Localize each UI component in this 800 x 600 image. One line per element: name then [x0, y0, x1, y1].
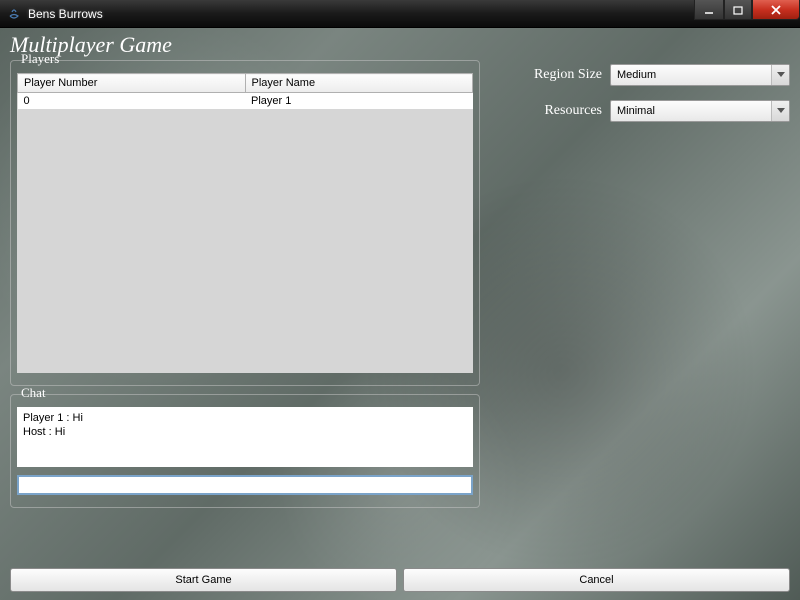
cell-player-number: 0 — [18, 93, 246, 110]
minimize-icon — [704, 5, 714, 15]
java-icon — [6, 6, 22, 22]
region-size-value: Medium — [617, 69, 656, 81]
region-size-label: Region Size — [510, 67, 610, 83]
maximize-button[interactable] — [724, 0, 752, 20]
resources-value: Minimal — [617, 105, 655, 117]
setting-region-size: Region Size Medium — [510, 64, 790, 86]
players-table[interactable]: Player Number Player Name 0 Player 1 — [17, 73, 473, 373]
chat-input[interactable] — [17, 475, 473, 495]
content-area: Multiplayer Game Players Player Number P… — [0, 28, 800, 600]
start-game-button[interactable]: Start Game — [10, 568, 397, 592]
region-size-select[interactable]: Medium — [610, 64, 790, 86]
cancel-label: Cancel — [579, 574, 613, 586]
resources-label: Resources — [510, 103, 610, 119]
resources-select[interactable]: Minimal — [610, 100, 790, 122]
players-group: Players Player Number Player Name 0 — [10, 60, 480, 386]
chevron-down-icon — [771, 65, 789, 85]
column-header-number[interactable]: Player Number — [18, 74, 246, 93]
bottom-button-bar: Start Game Cancel — [10, 568, 790, 592]
close-button[interactable] — [752, 0, 800, 20]
minimize-button[interactable] — [694, 0, 724, 20]
chevron-down-icon — [771, 101, 789, 121]
cell-player-name: Player 1 — [245, 93, 473, 110]
cancel-button[interactable]: Cancel — [403, 568, 790, 592]
start-game-label: Start Game — [175, 574, 231, 586]
table-row[interactable]: 0 Player 1 — [18, 93, 473, 110]
chat-message: Host : Hi — [23, 425, 467, 439]
close-icon — [771, 5, 781, 15]
window-controls — [694, 0, 800, 20]
players-group-label: Players — [19, 51, 61, 67]
page-title: Multiplayer Game — [10, 32, 790, 58]
chat-log[interactable]: Player 1 : Hi Host : Hi — [17, 407, 473, 467]
window-title: Bens Burrows — [28, 7, 103, 21]
chat-message: Player 1 : Hi — [23, 411, 467, 425]
setting-resources: Resources Minimal — [510, 100, 790, 122]
chat-group: Chat Player 1 : Hi Host : Hi — [10, 394, 480, 508]
chat-group-label: Chat — [19, 385, 48, 401]
maximize-icon — [733, 5, 743, 15]
column-header-name[interactable]: Player Name — [245, 74, 473, 93]
window-titlebar: Bens Burrows — [0, 0, 800, 28]
